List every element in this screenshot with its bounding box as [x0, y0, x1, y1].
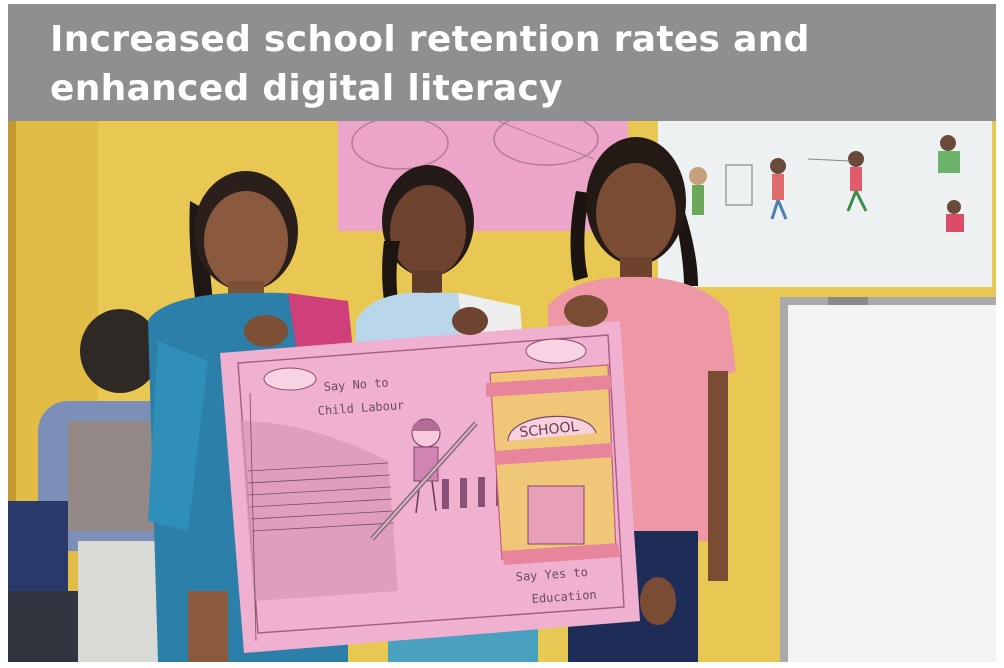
school-poster: Say No to Child Labour SCHOOL Say Yes to…: [220, 321, 640, 653]
hand-left: [244, 315, 288, 347]
headline-text: Increased school retention rates and enh…: [50, 15, 810, 113]
whiteboard: [780, 297, 996, 662]
classroom-photo: Say No to Child Labour SCHOOL Say Yes to…: [8, 121, 996, 662]
hand-bottom-right: [640, 577, 676, 625]
photo-frame: Increased school retention rates and enh…: [8, 4, 996, 662]
hand-middle: [452, 307, 488, 335]
headline-banner: Increased school retention rates and enh…: [8, 4, 996, 121]
headline-line-1: Increased school retention rates and: [50, 19, 810, 60]
hand-right: [564, 295, 608, 327]
drawings-wall-chart: [658, 121, 992, 287]
headline-line-2: enhanced digital literacy: [50, 68, 563, 109]
